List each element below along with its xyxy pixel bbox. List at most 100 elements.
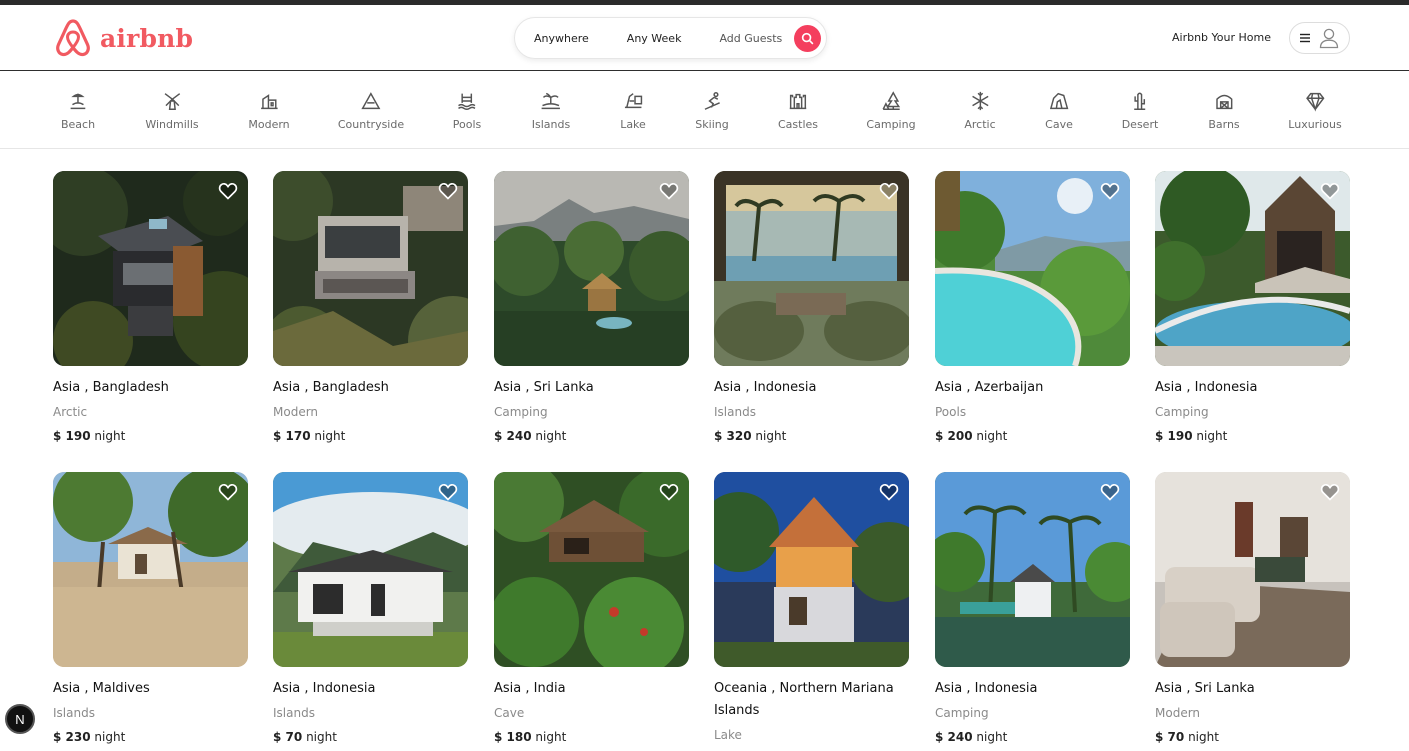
windmill-icon [164,93,180,110]
listing-price: $ 240 night [935,728,1130,746]
hamburger-menu-icon [1300,33,1310,43]
camping-icon [882,91,900,110]
search-add-guests[interactable]: Add Guests [700,32,794,45]
listing-price-value: $ 230 [53,730,91,744]
listing-price: $ 70 night [1155,728,1350,746]
listing-location: Asia , Indonesia [935,681,1038,696]
brand-logo[interactable]: airbnb [54,17,193,59]
listing-price: $ 190 night [1155,427,1350,445]
listing-card[interactable]: Asia , Maldives Islands $ 230 night [53,472,248,746]
favorite-heart-icon[interactable] [1100,181,1120,201]
listing-location: Asia , India [494,681,566,696]
listing-location: Asia , Indonesia [273,681,376,696]
favorite-heart-icon[interactable] [218,181,238,201]
user-menu-button[interactable] [1289,22,1350,54]
category-modern[interactable]: Modern [248,90,290,131]
listing-card[interactable]: Asia , Azerbaijan Pools $ 200 night [935,171,1130,445]
category-barns[interactable]: Barns [1208,90,1240,131]
category-skiing[interactable]: Skiing [695,90,729,131]
category-windmills[interactable]: Windmills [145,90,199,131]
listing-card[interactable]: Asia , Sri Lanka Camping $ 240 night [494,171,689,445]
listing-category: Modern [273,405,319,419]
listing-image[interactable] [714,171,909,366]
pool-icon [458,93,476,110]
listing-price-value: $ 70 [273,730,303,744]
modern-house-icon [260,94,278,110]
listing-price-unit: night [94,429,126,443]
favorite-heart-icon[interactable] [438,181,458,201]
listing-price-value: $ 190 [1155,429,1193,443]
category-label: Barns [1208,118,1240,131]
category-islands[interactable]: Islands [532,90,570,131]
airbnb-logo-icon [56,19,90,57]
listing-card[interactable]: Asia , Sri Lanka Modern $ 70 night [1155,472,1350,746]
category-label: Modern [248,118,290,131]
favorite-heart-icon[interactable] [659,181,679,201]
listing-image[interactable] [494,171,689,366]
listing-image[interactable] [1155,171,1350,366]
search-anywhere[interactable]: Anywhere [515,32,608,45]
listing-price-unit: night [314,429,346,443]
search-button[interactable] [794,24,822,52]
listing-image[interactable] [53,472,248,667]
listing-card[interactable]: Asia , Indonesia Islands $ 70 night [273,472,468,746]
listing-location: Asia , Bangladesh [53,380,169,395]
listing-category: Islands [714,405,756,419]
favorite-heart-icon[interactable] [1320,181,1340,201]
listing-image[interactable] [53,171,248,366]
listing-price-value: $ 70 [1155,730,1185,744]
listing-category: Camping [1155,405,1209,419]
listing-image[interactable] [1155,472,1350,667]
listing-card[interactable]: Asia , Bangladesh Arctic $ 190 night [53,171,248,445]
beach-icon [70,93,86,110]
favorite-heart-icon[interactable] [879,181,899,201]
listing-image[interactable] [935,171,1130,366]
category-beach[interactable]: Beach [61,90,95,131]
listing-card[interactable]: Asia , Indonesia Islands $ 320 night [714,171,909,445]
listing-category: Pools [935,405,967,419]
favorite-heart-icon[interactable] [659,482,679,502]
category-bar: Beach Windmills Modern Countryside Pools… [0,72,1409,149]
favorite-heart-icon[interactable] [879,482,899,502]
category-label: Camping [866,118,916,131]
category-countryside[interactable]: Countryside [338,90,404,131]
listing-image[interactable] [273,472,468,667]
favorite-heart-icon[interactable] [218,482,238,502]
listing-card[interactable]: Asia , Bangladesh Modern $ 170 night [273,171,468,445]
user-avatar-icon [1319,28,1339,49]
search-bar[interactable]: Anywhere Any Week Add Guests [514,17,827,59]
listing-location: Asia , Sri Lanka [494,380,594,395]
listing-image[interactable] [714,472,909,667]
category-label: Cave [1045,118,1073,131]
category-camping[interactable]: Camping [866,90,916,131]
category-castles[interactable]: Castles [778,90,818,131]
cave-icon [1049,92,1069,110]
host-your-home-link[interactable]: Airbnb Your Home [1172,31,1271,44]
listing-category: Lake [714,728,742,742]
category-arctic[interactable]: Arctic [964,90,996,131]
favorite-heart-icon[interactable] [438,482,458,502]
favorite-heart-icon[interactable] [1320,482,1340,502]
category-label: Pools [452,118,482,131]
listing-price: $ 320 night [714,427,909,445]
search-icon [802,32,814,44]
dev-tools-badge[interactable]: N [5,704,35,734]
favorite-heart-icon[interactable] [1100,482,1120,502]
category-lake[interactable]: Lake [620,90,646,131]
listing-card[interactable]: Asia , Indonesia Camping $ 190 night [1155,171,1350,445]
listing-price-unit: night [755,429,787,443]
listing-image[interactable] [273,171,468,366]
listing-card[interactable]: Asia , Indonesia Camping $ 240 night [935,472,1130,746]
listing-card[interactable]: Oceania , Northern Mariana Islands Lake [714,472,909,744]
listing-price-value: $ 240 [494,429,532,443]
listing-location: Asia , Maldives [53,681,150,696]
listing-image[interactable] [494,472,689,667]
category-cave[interactable]: Cave [1045,90,1073,131]
category-label: Countryside [337,118,405,131]
search-any-week[interactable]: Any Week [608,32,701,45]
listing-card[interactable]: Asia , India Cave $ 180 night [494,472,689,746]
category-desert[interactable]: Desert [1122,90,1158,131]
category-luxurious[interactable]: Luxurious [1288,90,1342,131]
category-pools[interactable]: Pools [452,90,482,131]
listing-image[interactable] [935,472,1130,667]
